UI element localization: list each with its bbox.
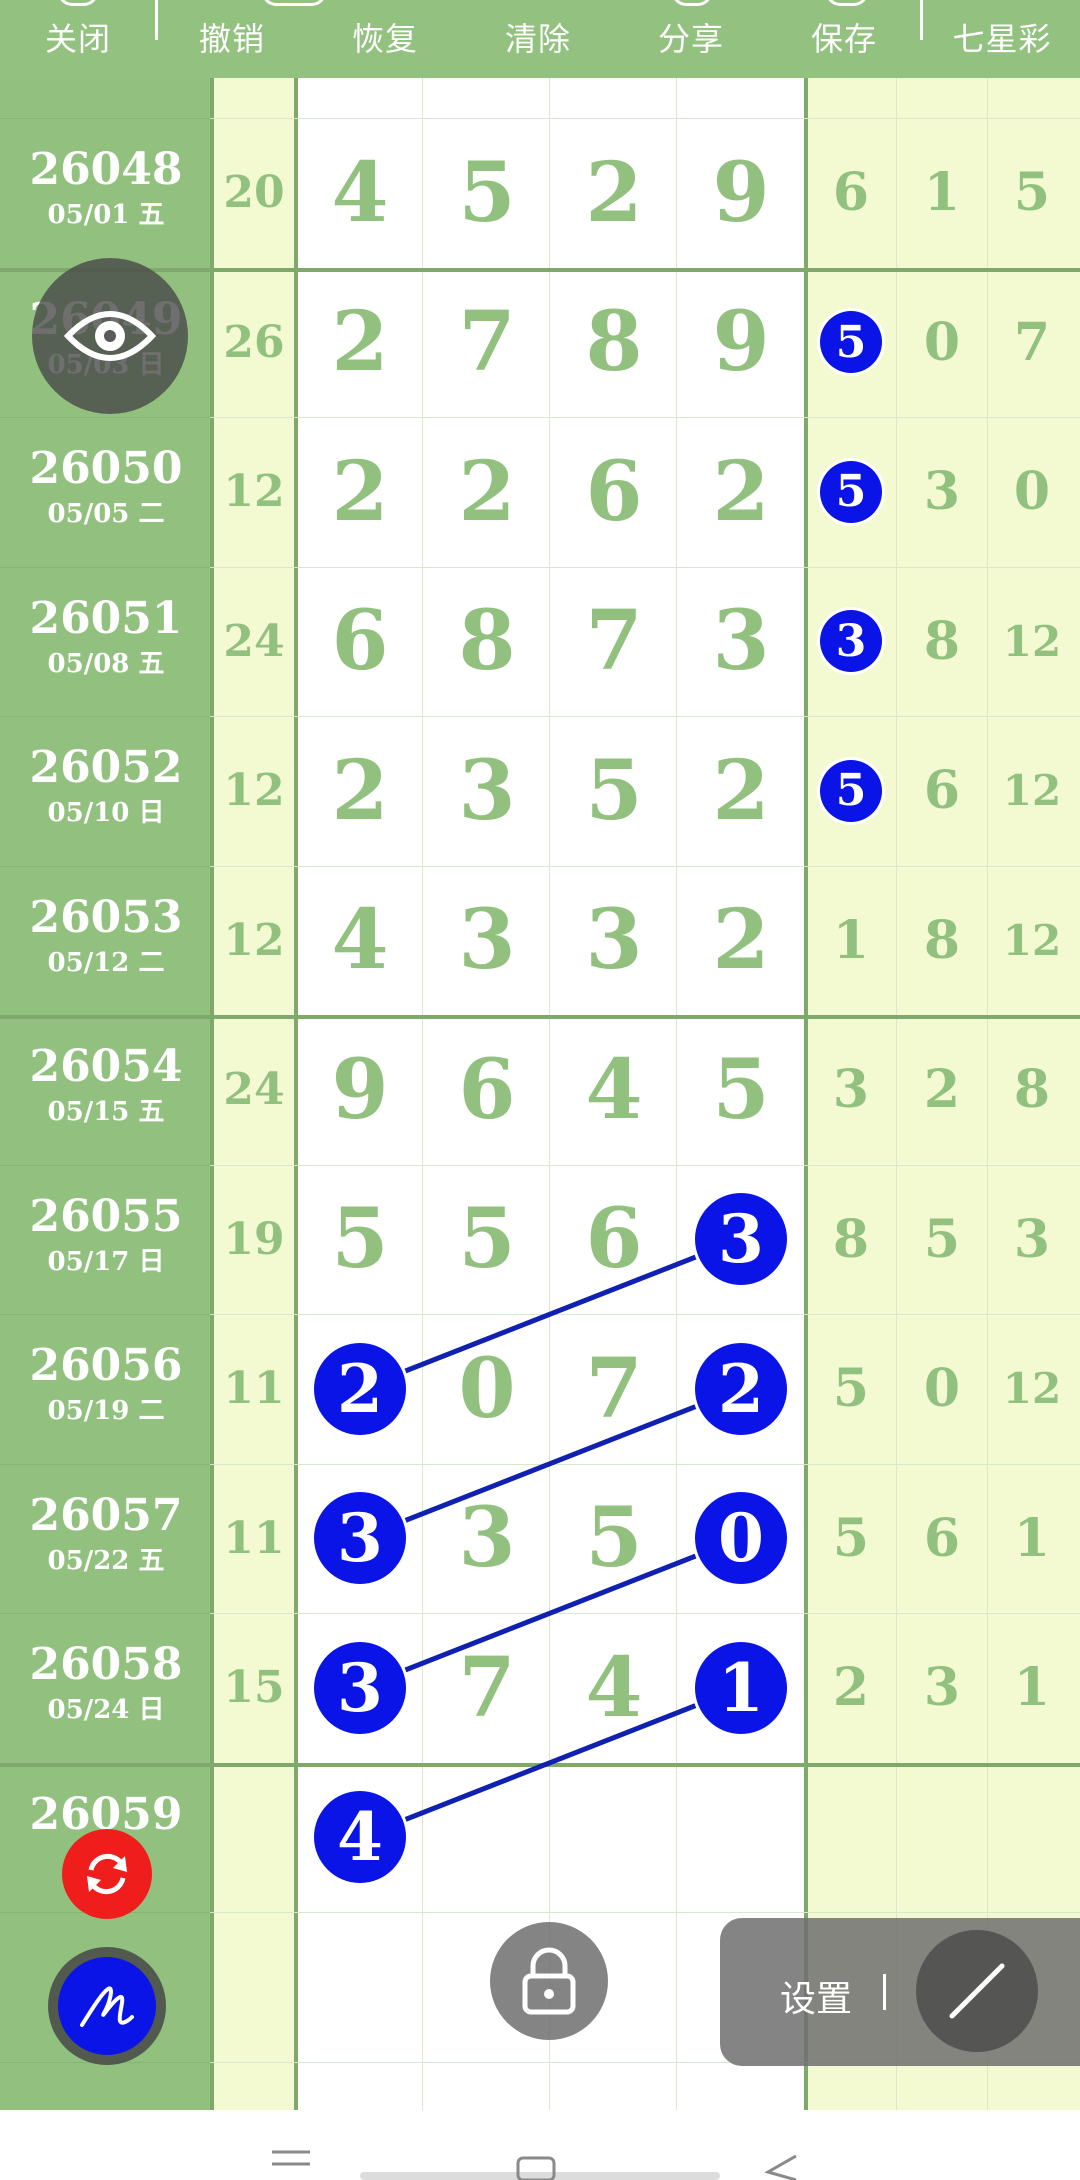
line-tool-icon [949, 1963, 1005, 2019]
marked-number-ball[interactable]: 4 [314, 1791, 406, 1884]
settings-button[interactable]: 设置 [780, 1970, 852, 2022]
refresh-icon [87, 1853, 127, 1895]
share-button[interactable]: 分享 [631, 0, 751, 78]
settings-panel: 设置 [720, 1918, 1080, 2066]
visibility-toggle-button[interactable] [32, 258, 188, 414]
marked-number-ball[interactable]: 2 [695, 1342, 787, 1435]
marked-number-ball[interactable]: 5 [820, 311, 882, 374]
nav-icons [272, 2150, 797, 2180]
undo-button[interactable]: 撤销 [172, 0, 292, 78]
toolbar-separator [155, 0, 158, 40]
trend-line [359, 1685, 742, 1840]
redo-button[interactable]: 恢复 [325, 0, 445, 78]
lottery-type-button[interactable]: 七星彩 [936, 0, 1068, 78]
system-navigation-bar [0, 2110, 1080, 2180]
lock-icon [522, 1947, 576, 2015]
settings-separator [883, 1974, 886, 2010]
pen-button-inner [58, 1957, 156, 2055]
menu-icon[interactable] [272, 2150, 310, 2166]
marked-number-ball[interactable]: 5 [820, 460, 882, 523]
pen-button[interactable] [48, 1947, 166, 2065]
save-button[interactable]: 保存 [784, 0, 904, 78]
close-button[interactable]: 关闭 [18, 0, 138, 78]
marked-number-ball[interactable]: 3 [314, 1641, 406, 1734]
marked-number-ball[interactable]: 5 [820, 759, 882, 822]
top-toolbar: 关闭 撤销 恢复 清除 分享 保存 七星彩 [0, 0, 1080, 78]
trend-line [359, 1236, 742, 1392]
refresh-button[interactable] [62, 1829, 152, 1919]
marked-number-ball[interactable]: 1 [695, 1641, 787, 1734]
line-tool-button[interactable] [916, 1930, 1038, 2052]
marked-number-ball[interactable]: 3 [695, 1193, 787, 1286]
marked-number-ball[interactable]: 3 [820, 610, 882, 673]
clear-button[interactable]: 清除 [478, 0, 598, 78]
marked-number-ball[interactable]: 0 [695, 1492, 787, 1585]
back-icon[interactable] [764, 2154, 797, 2180]
lock-button[interactable] [490, 1922, 608, 2040]
marked-number-ball[interactable]: 3 [314, 1492, 406, 1585]
eye-icon [64, 311, 156, 361]
trend-line [359, 1386, 742, 1541]
pen-icon [80, 1986, 134, 2027]
marked-number-ball[interactable]: 2 [314, 1342, 406, 1435]
trend-line [359, 1535, 742, 1691]
toolbar-separator [920, 0, 923, 40]
